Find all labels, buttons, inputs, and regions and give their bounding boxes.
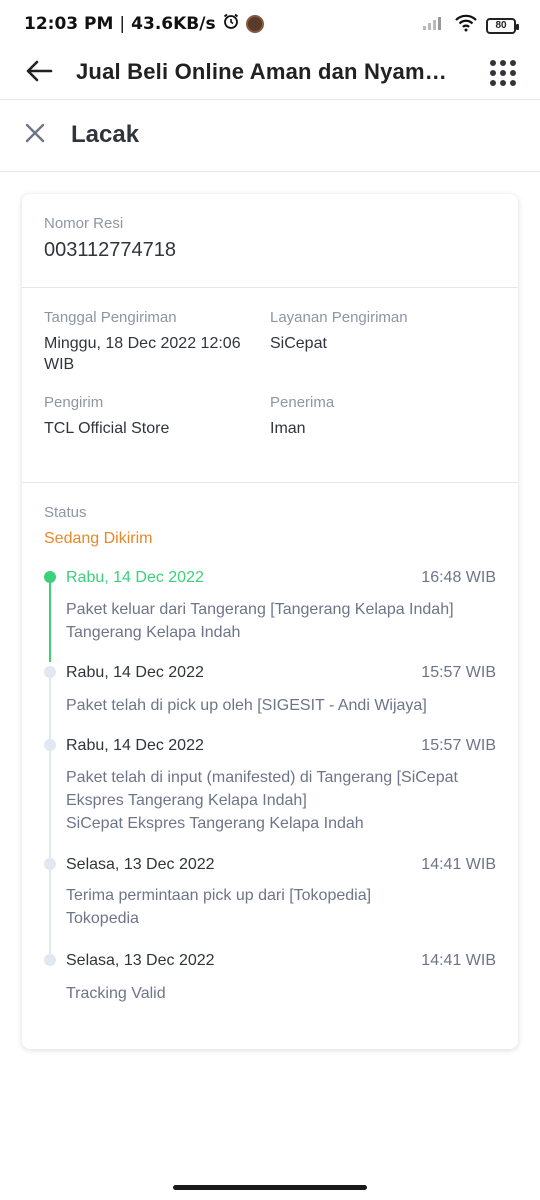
timeline-dot (44, 858, 56, 870)
divider (22, 482, 518, 483)
event-date: Rabu, 14 Dec 2022 (66, 569, 204, 586)
timeline-dot (44, 739, 56, 751)
app-header: Jual Beli Online Aman dan Nyaman | Tokop… (0, 48, 540, 100)
sender-label: Pengirim (44, 394, 104, 411)
event-time: 14:41 WIB (421, 952, 496, 969)
grid-menu-button[interactable] (486, 56, 520, 90)
resi-value: 003112774718 (44, 239, 176, 261)
service-value: SiCepat (270, 335, 327, 352)
receiver-label: Penerima (270, 394, 335, 411)
event-description-line: Tangerang Kelapa Indah (66, 624, 241, 641)
timeline-dot (44, 666, 56, 678)
event-date: Rabu, 14 Dec 2022 (66, 664, 204, 681)
service-label: Layanan Pengiriman (270, 309, 408, 326)
ship-date-value: Minggu, 18 Dec 2022 12:06 WIB (44, 335, 241, 373)
timeline-line (49, 672, 51, 962)
divider (22, 287, 518, 288)
page-title: Jual Beli Online Aman dan Nyaman | Tokop… (76, 59, 456, 84)
tracking-title: Lacak (71, 121, 140, 148)
network-speed: 43.6KB/s (131, 13, 216, 34)
ship-date-label: Tanggal Pengiriman (44, 309, 177, 326)
timeline-dot (44, 954, 56, 966)
battery-level: 80 (495, 20, 507, 31)
event-time: 15:57 WIB (421, 664, 496, 681)
event-description-line: Paket telah di pick up oleh [SIGESIT - A… (66, 697, 427, 714)
event-description: Paket telah di input (manifested) di Tan… (66, 766, 506, 835)
tracking-card: Nomor Resi 003112774718 Tanggal Pengirim… (22, 194, 518, 1049)
event-description: Paket telah di pick up oleh [SIGESIT - A… (66, 694, 506, 717)
tracking-header: Lacak (0, 100, 540, 172)
event-date: Rabu, 14 Dec 2022 (66, 737, 204, 754)
event-description-line: Tracking Valid (66, 985, 166, 1002)
event-description: Tracking Valid (66, 982, 506, 1005)
event-time: 14:41 WIB (421, 856, 496, 873)
event-description: Paket keluar dari Tangerang [Tangerang K… (66, 598, 506, 644)
event-description-line: Paket keluar dari Tangerang [Tangerang K… (66, 601, 454, 618)
arrow-left-icon (25, 60, 53, 87)
event-description-line: Paket keluar dari Tangerang [Tangerang K… (66, 598, 506, 644)
timeline-line-active (49, 582, 51, 662)
event-description-line: Paket telah di input (manifested) di Tan… (66, 769, 458, 809)
event-date: Selasa, 13 Dec 2022 (66, 952, 215, 969)
status-time: 12:03 PM (24, 13, 114, 34)
close-button[interactable] (20, 120, 50, 150)
timeline-dot (44, 571, 56, 583)
status-label: Status (44, 504, 87, 521)
event-time: 15:57 WIB (421, 737, 496, 754)
alarm-icon (222, 12, 240, 35)
status-separator: | (119, 13, 126, 34)
grid-menu-icon (490, 60, 496, 66)
receiver-value: Iman (270, 420, 306, 437)
status-bar: 12:03 PM | 43.6KB/s 80 (0, 0, 540, 48)
status-value: Sedang Dikirim (44, 530, 153, 547)
event-description-line: Tokopedia (66, 910, 139, 927)
resi-label: Nomor Resi (44, 215, 124, 232)
wifi-icon (454, 14, 478, 37)
battery-icon: 80 (486, 17, 519, 34)
close-icon (25, 123, 45, 148)
signal-icon (422, 15, 446, 36)
notification-avatar-icon (245, 14, 264, 33)
event-description-line: SiCepat Ekspres Tangerang Kelapa Indah (66, 815, 364, 832)
event-time: 16:48 WIB (421, 569, 496, 586)
back-button[interactable] (22, 56, 56, 90)
event-description: Terima permintaan pick up dari [Tokopedi… (66, 884, 506, 930)
home-indicator[interactable] (173, 1185, 367, 1190)
event-description-line: Terima permintaan pick up dari [Tokopedi… (66, 887, 372, 904)
sender-value: TCL Official Store (44, 420, 170, 437)
event-date: Selasa, 13 Dec 2022 (66, 856, 215, 873)
